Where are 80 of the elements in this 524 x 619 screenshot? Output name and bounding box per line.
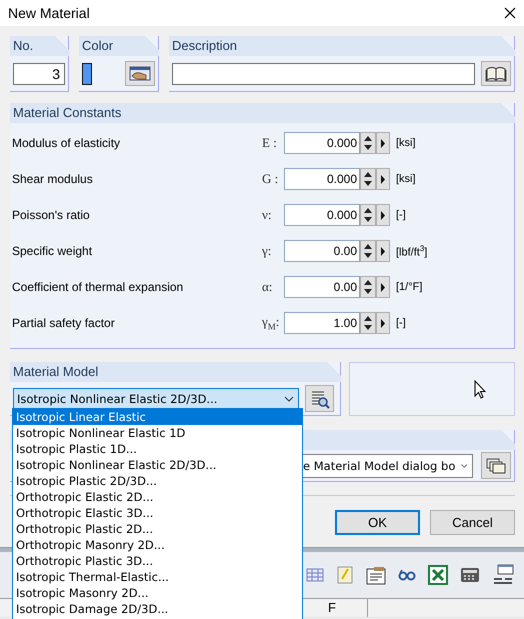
right-arrow-icon <box>380 174 386 184</box>
dropdown-option[interactable]: Isotropic Nonlinear Elastic 1D <box>13 425 302 441</box>
dropdown-option[interactable]: Orthotropic Plastic 2D... <box>13 521 302 537</box>
spin-button[interactable] <box>360 240 376 262</box>
value-field[interactable]: 0.00 <box>284 240 360 262</box>
clipboard-icon[interactable] <box>366 565 386 585</box>
menu-button[interactable] <box>376 132 390 154</box>
right-arrow-icon <box>380 282 386 292</box>
details-button[interactable] <box>305 385 334 412</box>
symbol-label: G : <box>262 171 280 187</box>
dropdown-option[interactable]: Orthotropic Masonry 2D... <box>13 537 302 553</box>
value-field[interactable]: 1.00 <box>284 312 360 334</box>
property-label: Coefficient of thermal expansion <box>12 280 184 294</box>
windows-stack-icon <box>486 458 506 474</box>
menu-button[interactable] <box>376 240 390 262</box>
panel-title: Material Model <box>10 362 341 382</box>
unit-label: [ksi] <box>396 137 416 149</box>
right-arrow-icon <box>380 246 386 256</box>
spin-button[interactable] <box>360 132 376 154</box>
list-search-icon <box>310 388 330 408</box>
spreadsheet-icon[interactable] <box>428 565 448 585</box>
value-field[interactable]: 0.00 <box>284 276 360 298</box>
spin-button[interactable] <box>360 276 376 298</box>
symbol-label: ν: <box>262 207 272 223</box>
symbol-label: E : <box>262 135 278 151</box>
unit-label: [-] <box>396 209 406 221</box>
menu-button[interactable] <box>376 168 390 190</box>
menu-button[interactable] <box>376 276 390 298</box>
dropdown-option[interactable]: Isotropic Thermal-Elastic... <box>13 569 302 585</box>
hand-icon <box>129 66 151 82</box>
mouse-pointer-icon <box>474 380 486 398</box>
value-field[interactable]: 0.000 <box>284 168 360 190</box>
panel-title: Description <box>169 36 515 56</box>
spin-button[interactable] <box>360 204 376 226</box>
menu-button[interactable] <box>376 312 390 334</box>
dialog-button[interactable]: OK <box>335 510 420 535</box>
property-label: Modulus of elasticity <box>12 136 122 150</box>
table-icon[interactable] <box>306 566 324 584</box>
property-label: Partial safety factor <box>12 316 116 330</box>
spin-button[interactable] <box>360 312 376 334</box>
property-label: Shear modulus <box>12 172 94 186</box>
right-arrow-icon <box>380 210 386 220</box>
glasses-icon[interactable] <box>398 568 416 582</box>
right-arrow-icon <box>380 138 386 148</box>
close-icon[interactable] <box>504 7 516 19</box>
spin-button[interactable] <box>360 168 376 190</box>
unit-label: [1/°F] <box>396 281 422 293</box>
dropdown-option[interactable]: Orthotropic Plastic 3D... <box>13 553 302 569</box>
right-arrow-icon <box>380 318 386 328</box>
window-title: New Material <box>8 5 90 21</box>
property-label: Specific weight <box>12 244 94 258</box>
material-model-dropdown[interactable]: Isotropic Nonlinear Elastic 2D/3D... <box>13 388 300 410</box>
dropdown-option[interactable]: Isotropic Linear Elastic <box>13 409 302 425</box>
formula-icon[interactable] <box>492 564 514 586</box>
unit-label: [-] <box>396 317 406 329</box>
dropdown-option[interactable]: Isotropic Masonry 2D... <box>13 585 302 601</box>
caret-icon <box>461 462 468 468</box>
menu-button[interactable] <box>376 204 390 226</box>
number-field[interactable]: 3 <box>13 62 65 84</box>
symbol-label: γ$_{M}$: <box>262 314 280 332</box>
color-picker-button[interactable] <box>125 61 155 86</box>
dropdown-option[interactable]: Orthotropic Elastic 3D... <box>13 505 302 521</box>
symbol-label: α: <box>262 279 274 295</box>
unit-label: [lbf/ft$^{3}$] <box>396 244 428 258</box>
dropdown-option[interactable]: Orthotropic Elastic 2D... <box>13 489 302 505</box>
panel-title: No. <box>10 36 69 56</box>
panel-title: Color <box>79 36 159 56</box>
value-field[interactable]: 0.000 <box>284 132 360 154</box>
symbol-label: γ: <box>262 243 272 259</box>
calculator-icon[interactable] <box>460 567 480 583</box>
open-dialog-button[interactable] <box>481 452 511 479</box>
book-icon <box>485 66 507 82</box>
description-field[interactable] <box>172 62 475 84</box>
caret-icon <box>284 396 294 402</box>
value-field[interactable]: 0.000 <box>284 204 360 226</box>
panel-title: Material Constants <box>10 103 515 123</box>
library-button[interactable] <box>481 61 511 86</box>
property-label: Poisson's ratio <box>12 208 91 222</box>
unit-label: [ksi] <box>396 173 416 185</box>
dialog-button[interactable]: Cancel <box>430 510 515 535</box>
